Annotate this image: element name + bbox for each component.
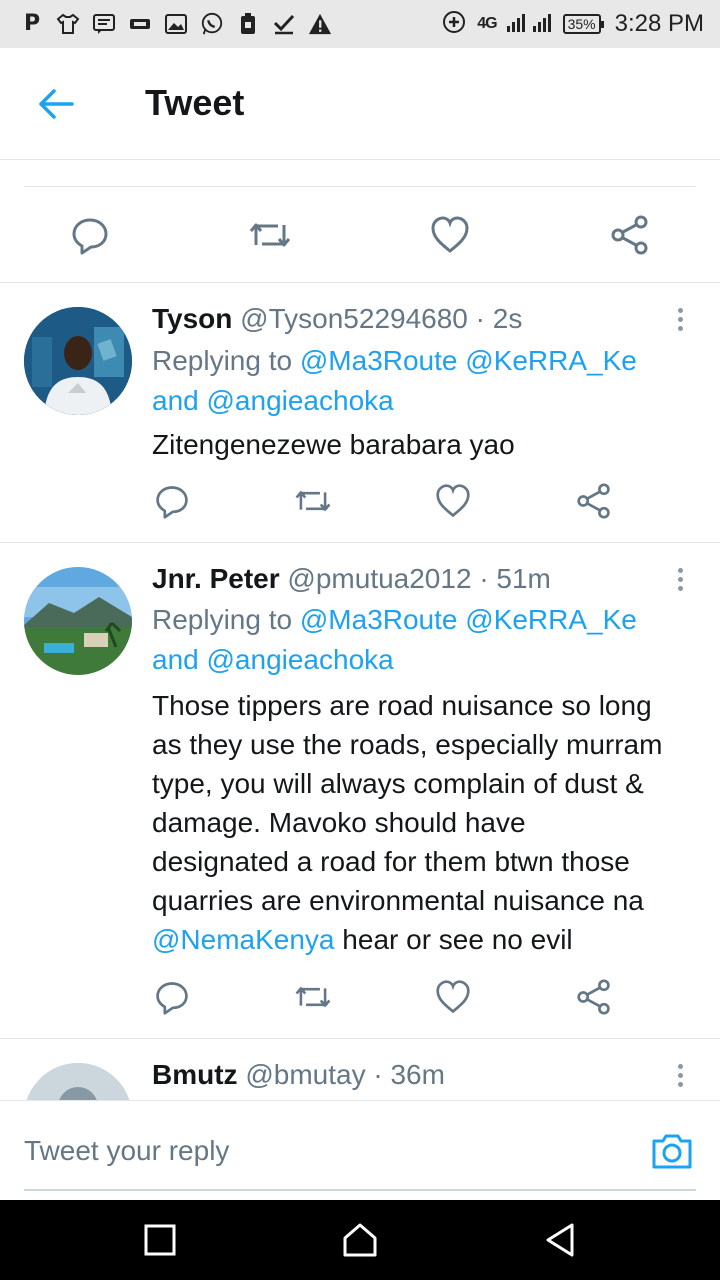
timestamp: · 36m [373, 1059, 445, 1090]
like-icon[interactable] [435, 979, 471, 1015]
display-name[interactable]: Bmutz [152, 1059, 238, 1090]
share-icon[interactable] [610, 215, 650, 255]
replying-to: Replying to @Ma3Route @KeRRA_Ke and @ang… [152, 600, 672, 680]
avatar[interactable] [24, 567, 132, 675]
notification-icons: P [20, 12, 441, 36]
user-handle: @bmutay [245, 1059, 366, 1090]
recents-icon[interactable] [140, 1220, 180, 1260]
reply-icon[interactable] [70, 215, 110, 255]
reply-tweet[interactable]: Tyson @Tyson52294680 · 2s Replying to @M… [0, 283, 720, 543]
system-navigation-bar [0, 1200, 720, 1280]
display-name[interactable]: Jnr. Peter [152, 563, 280, 594]
reply-header: Tyson @Tyson52294680 · 2s [152, 303, 522, 335]
back-icon[interactable] [540, 1220, 580, 1260]
tweet-text-line: as they use the roads, especially murram [152, 729, 663, 760]
input-underline [24, 1189, 696, 1191]
reply-tweet[interactable]: Jnr. Peter @pmutua2012 · 51m Replying to… [0, 543, 720, 1039]
tweet-text-line: damage. Mavoko should have [152, 807, 526, 838]
tweet-text: Those tippers are road nuisance so long … [152, 686, 697, 959]
like-icon[interactable] [430, 215, 470, 255]
user-handle: @pmutua2012 [287, 563, 472, 594]
reply-icon[interactable] [154, 483, 190, 519]
top-app-bar: Tweet [0, 48, 720, 160]
retweet-icon[interactable] [294, 979, 331, 1015]
clock: 3:28 PM [614, 10, 704, 37]
signal-icon [506, 11, 553, 38]
avatar[interactable] [24, 1063, 132, 1100]
status-bar: P 4G 35% 3:28 PM [0, 0, 720, 48]
reply-header: Bmutz @bmutay · 36m [152, 1059, 445, 1091]
tweet-text-line: hear or see no evil [334, 924, 573, 955]
more-options-icon[interactable] [674, 305, 686, 335]
replying-prefix: Replying to [152, 345, 293, 376]
image-icon [164, 12, 188, 36]
timestamp: · 51m [479, 563, 551, 594]
mention-link[interactable]: @Ma3Route @KeRRA_Ke [300, 604, 637, 635]
display-name[interactable]: Tyson [152, 303, 232, 334]
retweet-icon[interactable] [248, 215, 291, 255]
warning-icon [308, 12, 332, 36]
retweet-icon[interactable] [294, 483, 331, 519]
message-icon [92, 12, 116, 36]
home-icon[interactable] [340, 1220, 380, 1260]
sim-icon [128, 12, 152, 36]
reply-composer: Tweet your reply [0, 1100, 720, 1200]
mention-link[interactable]: @Ma3Route @KeRRA_Ke [300, 345, 637, 376]
and-label: and [152, 644, 199, 675]
replying-prefix: Replying to [152, 604, 293, 635]
lock-icon [236, 12, 260, 36]
like-icon[interactable] [435, 483, 471, 519]
more-options-icon[interactable] [674, 565, 686, 595]
back-arrow-icon[interactable] [36, 86, 76, 122]
data-saver-icon [441, 9, 467, 40]
system-status: 4G 35% 3:28 PM [441, 9, 704, 40]
mention-link[interactable]: @angieachoka [207, 385, 394, 416]
user-handle: @Tyson52294680 [240, 303, 468, 334]
parking-icon: P [23, 11, 41, 36]
more-options-icon[interactable] [674, 1061, 686, 1091]
tweet-text: Zitengenezewe barabara yao [152, 429, 515, 460]
reply-icon[interactable] [154, 979, 190, 1015]
reply-input[interactable]: Tweet your reply [24, 1135, 229, 1167]
network-label: 4G [477, 15, 497, 32]
reply-header: Jnr. Peter @pmutua2012 · 51m [152, 563, 551, 595]
page-title: Tweet [145, 82, 245, 123]
and-label: and [152, 385, 199, 416]
main-tweet-action-bar [24, 186, 696, 282]
reply-tweet[interactable]: Bmutz @bmutay · 36m [0, 1039, 720, 1100]
tweet-text-line: quarries are environmental nuisance na [152, 885, 644, 916]
camera-icon[interactable] [650, 1131, 694, 1171]
mention-link[interactable]: @NemaKenya [152, 924, 335, 955]
tweet-text-line: type, you will always complain of dust & [152, 768, 644, 799]
tweet-text-line: designated a road for them btwn those [152, 846, 630, 877]
battery-indicator: 35% [562, 14, 604, 34]
tweet-text-line: Those tippers are road nuisance so long [152, 690, 652, 721]
replying-to: Replying to @Ma3Route @KeRRA_Ke and @ang… [152, 341, 672, 421]
mention-link[interactable]: @angieachoka [207, 644, 394, 675]
share-icon[interactable] [576, 483, 612, 519]
check-icon [272, 12, 296, 36]
whatsapp-icon [200, 12, 224, 36]
timestamp: · 2s [475, 303, 523, 334]
avatar[interactable] [24, 307, 132, 415]
share-icon[interactable] [576, 979, 612, 1015]
shirt-icon [56, 12, 80, 36]
